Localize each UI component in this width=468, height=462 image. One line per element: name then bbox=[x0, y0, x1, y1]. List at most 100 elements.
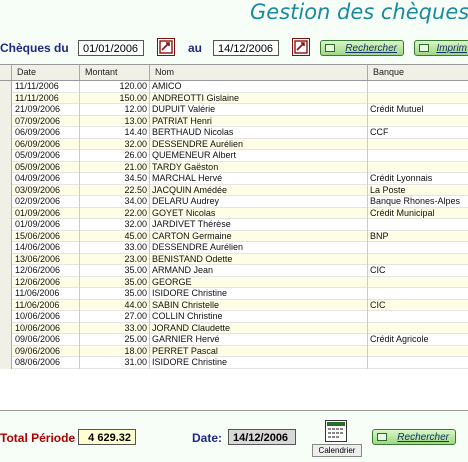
row-selector[interactable] bbox=[0, 127, 12, 139]
calendar-icon bbox=[325, 420, 347, 442]
row-selector[interactable] bbox=[0, 357, 12, 369]
search-button[interactable]: Rechercher bbox=[320, 40, 404, 56]
cell-nom: BENISTAND Odette bbox=[150, 253, 368, 265]
table-row[interactable]: 14/06/2006 33.00 DESSENDRE Aurélien bbox=[0, 242, 468, 254]
table-row[interactable]: 12/06/2006 35.00 ARMAND Jean CIC bbox=[0, 265, 468, 277]
row-selector[interactable] bbox=[0, 161, 12, 173]
cell-montant: 26.00 bbox=[80, 150, 150, 162]
date-label: Date: bbox=[192, 431, 223, 445]
table-row[interactable]: 06/09/2006 14.40 BERTHAUD Nicolas CCF bbox=[0, 127, 468, 139]
table-row[interactable]: 04/09/2006 34.50 MARCHAL Hervé Crédit Lyonn… bbox=[0, 173, 468, 185]
cell-banque: Crédit Municipal bbox=[370, 207, 435, 218]
cell-montant: 35.00 bbox=[80, 288, 150, 300]
cell-banque bbox=[368, 242, 468, 254]
table-row[interactable]: 10/06/2006 33.00 JORAND Claudette bbox=[0, 322, 468, 334]
row-selector[interactable] bbox=[0, 184, 12, 196]
cell-date: 01/09/2006 bbox=[12, 219, 80, 231]
table-row[interactable]: 03/09/2006 22.50 JACQUIN Amédée La Poste bbox=[0, 184, 468, 196]
row-selector[interactable] bbox=[0, 115, 12, 127]
date-to-calendar-button[interactable] bbox=[292, 38, 310, 56]
cell-nom: DUPUIT Valérie bbox=[150, 104, 368, 116]
footer-search-button[interactable]: Rechercher bbox=[372, 429, 456, 445]
table-row[interactable]: 11/06/2006 44.00 SABIN Christelle CIC bbox=[0, 299, 468, 311]
cell-nom: GOYET Nicolas bbox=[150, 207, 368, 219]
table-row[interactable]: 05/09/2006 26.00 QUEMENEUR Albert bbox=[0, 150, 468, 162]
cell-date: 09/06/2006 bbox=[12, 345, 80, 357]
row-selector[interactable] bbox=[0, 334, 12, 346]
table-row[interactable]: 06/09/2006 32.00 DESSENDRE Aurélien bbox=[0, 138, 468, 150]
cell-montant: 32.00 bbox=[80, 138, 150, 150]
row-selector[interactable] bbox=[0, 276, 12, 288]
cell-nom: JORAND Claudette bbox=[150, 322, 368, 334]
page-title: Gestion des chèques bbox=[250, 0, 468, 24]
cell-montant: 34.00 bbox=[80, 196, 150, 208]
calendar-button[interactable]: Calendrier bbox=[312, 420, 362, 458]
cell-nom: ANDREOTTI Gislaine bbox=[150, 92, 368, 104]
table-row[interactable]: 13/06/2006 23.00 BENISTAND Odette bbox=[0, 253, 468, 265]
row-selector[interactable] bbox=[0, 230, 12, 242]
table-row[interactable]: 10/06/2006 27.00 COLLIN Christine bbox=[0, 311, 468, 323]
table-row[interactable]: 11/06/2006 35.00 ISIDORE Christine bbox=[0, 288, 468, 300]
cell-montant: 18.00 bbox=[80, 345, 150, 357]
column-header-date[interactable]: Date bbox=[12, 65, 80, 80]
cell-banque bbox=[368, 288, 468, 300]
table-row[interactable]: 09/06/2006 18.00 PERRET Pascal bbox=[0, 345, 468, 358]
cell-montant: 120.00 bbox=[80, 81, 150, 93]
row-selector[interactable] bbox=[0, 196, 12, 208]
cell-banque bbox=[368, 311, 468, 323]
cell-date: 21/09/2006 bbox=[12, 104, 80, 116]
cell-nom: QUEMENEUR Albert bbox=[150, 150, 368, 162]
cell-nom: SABIN Christelle bbox=[150, 299, 368, 311]
row-selector[interactable] bbox=[0, 242, 12, 254]
row-selector[interactable] bbox=[0, 265, 12, 277]
search-icon bbox=[377, 433, 387, 441]
cell-montant: 35.00 bbox=[80, 265, 150, 277]
row-selector[interactable] bbox=[0, 104, 12, 116]
cell-banque bbox=[368, 81, 468, 93]
row-selector[interactable] bbox=[0, 345, 12, 357]
table-row[interactable]: 21/09/2006 12.00 DUPUIT Valérie Crédit Mutu… bbox=[0, 104, 468, 116]
print-button[interactable]: Imprim bbox=[414, 40, 468, 56]
table-row[interactable]: 12/06/2006 35.00 GEORGE bbox=[0, 276, 468, 288]
table-row[interactable]: 05/09/2006 21.00 TARDY Gaëston bbox=[0, 161, 468, 173]
cell-nom: GARNIER Hervé bbox=[150, 334, 368, 346]
table-row[interactable]: 02/09/2006 34.00 DELARU Audrey Banque Rhone… bbox=[0, 196, 468, 208]
row-selector[interactable] bbox=[0, 253, 12, 265]
cell-date: 08/06/2006 bbox=[12, 357, 80, 369]
column-header-montant[interactable]: Montant bbox=[80, 65, 150, 80]
row-selector[interactable] bbox=[0, 311, 12, 323]
column-header-banque[interactable]: Banque bbox=[368, 65, 468, 80]
date-field[interactable]: 14/12/2006 bbox=[228, 429, 296, 445]
row-selector[interactable] bbox=[0, 138, 12, 150]
cell-montant: 33.00 bbox=[80, 322, 150, 334]
table-row[interactable]: 11/11/2006 120.00 AMICO bbox=[0, 81, 468, 93]
cell-banque: Crédit Mutuel bbox=[370, 104, 424, 114]
row-selector[interactable] bbox=[0, 92, 12, 104]
table-row[interactable]: 07/09/2006 13.00 PATRIAT Henri bbox=[0, 115, 468, 127]
date-from-field[interactable]: 01/01/2006 bbox=[78, 40, 144, 56]
table-row[interactable]: 01/09/2006 32.00 JARDIVET Thérèse bbox=[0, 219, 468, 231]
cell-nom: ISIDORE Christine bbox=[150, 288, 368, 300]
column-header-nom[interactable]: Nom bbox=[150, 65, 368, 80]
table-row[interactable]: 15/06/2006 45.00 CARTON Germaine BNP bbox=[0, 230, 468, 242]
row-selector[interactable] bbox=[0, 322, 12, 334]
table-bottom-divider bbox=[0, 410, 468, 411]
row-selector[interactable] bbox=[0, 219, 12, 231]
table-row[interactable]: 09/06/2006 25.00 GARNIER Hervé Crédit Agric… bbox=[0, 334, 468, 346]
row-selector[interactable] bbox=[0, 81, 12, 93]
row-selector[interactable] bbox=[0, 207, 12, 219]
row-selector[interactable] bbox=[0, 173, 12, 185]
table-row[interactable]: 01/09/2006 22.00 GOYET Nicolas Crédit Munic… bbox=[0, 207, 468, 219]
cheques-table[interactable]: Date Montant Nom Banque 11/11/2006 120.00… bbox=[0, 64, 468, 411]
calendar-icon bbox=[159, 40, 173, 54]
cell-banque bbox=[368, 346, 468, 358]
row-selector[interactable] bbox=[0, 288, 12, 300]
cell-banque bbox=[368, 150, 468, 162]
table-row[interactable]: 11/11/2006 150.00 ANDREOTTI Gislaine bbox=[0, 92, 468, 104]
date-from-calendar-button[interactable] bbox=[157, 38, 175, 56]
row-selector[interactable] bbox=[0, 299, 12, 311]
date-to-field[interactable]: 14/12/2006 bbox=[213, 40, 279, 56]
row-selector[interactable] bbox=[0, 150, 12, 162]
cell-banque bbox=[368, 219, 468, 231]
table-row[interactable]: 08/06/2006 31.00 ISIDORE Christine bbox=[0, 357, 468, 369]
